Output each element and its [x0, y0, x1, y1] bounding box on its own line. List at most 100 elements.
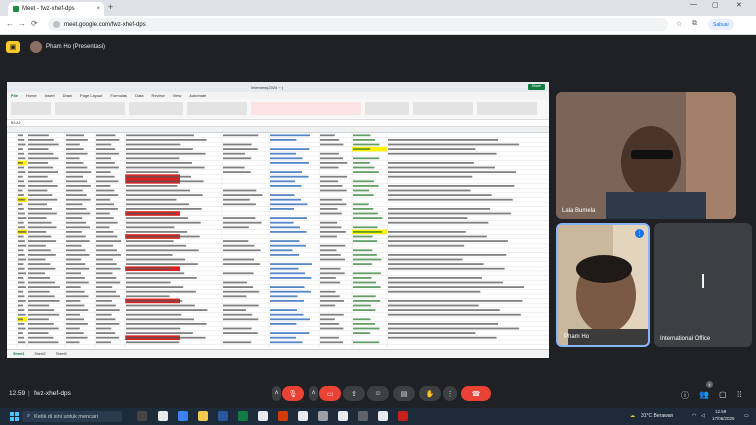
table-row[interactable]: [7, 277, 549, 281]
table-row[interactable]: [7, 286, 549, 290]
app-icon[interactable]: [318, 411, 328, 421]
more-icon[interactable]: ⋮: [443, 386, 457, 401]
table-row[interactable]: [7, 304, 549, 309]
table-row[interactable]: [7, 234, 549, 240]
excel-menu-home[interactable]: Home: [26, 93, 37, 98]
participant-tile-pham[interactable]: ⋮ Pham Ho: [556, 223, 650, 347]
tab-close-icon[interactable]: ×: [96, 6, 100, 12]
excel-menu-review[interactable]: Review: [152, 93, 165, 98]
photos-icon[interactable]: [358, 411, 368, 421]
participant-tile-intl[interactable]: I International Office: [654, 223, 752, 347]
table-row[interactable]: [7, 332, 549, 336]
table-row[interactable]: [7, 254, 549, 258]
table-row[interactable]: [7, 152, 549, 157]
table-row[interactable]: [7, 263, 549, 267]
excel-menu-formulas[interactable]: Formulas: [110, 93, 127, 98]
extensions-icon[interactable]: ⧉: [692, 20, 697, 28]
chrome-profile-icon[interactable]: [258, 411, 268, 421]
table-row[interactable]: [7, 313, 549, 318]
info-icon[interactable]: ⓘ: [681, 390, 689, 401]
table-row[interactable]: [7, 134, 549, 138]
excel-menu-automate[interactable]: Automate: [189, 93, 206, 98]
windows-start-icon[interactable]: [10, 412, 19, 421]
spreadsheet-grid[interactable]: [7, 133, 549, 347]
new-tab-button[interactable]: +: [108, 2, 113, 12]
formula-bar[interactable]: B2:A2: [7, 120, 549, 127]
excel-menu-data[interactable]: Data: [135, 93, 143, 98]
table-row[interactable]: [7, 208, 549, 212]
activities-icon[interactable]: ⁞⁞: [737, 390, 741, 399]
weather-icon[interactable]: ☁: [630, 413, 635, 419]
table-row[interactable]: [7, 197, 549, 203]
notification-icon[interactable]: ▭: [744, 413, 749, 419]
profile-button[interactable]: Sabuai: [708, 19, 734, 30]
chat-icon[interactable]: ▢: [719, 390, 727, 399]
taskview-icon[interactable]: [137, 411, 147, 421]
table-row[interactable]: [7, 327, 549, 332]
table-row[interactable]: [7, 146, 549, 152]
reload-button[interactable]: ⟳: [31, 19, 38, 28]
table-row[interactable]: [7, 203, 549, 207]
table-row[interactable]: [7, 226, 549, 230]
hang-up-icon[interactable]: ☎: [461, 386, 491, 401]
table-row[interactable]: [7, 139, 549, 143]
chrome-icon[interactable]: [158, 411, 168, 421]
excel-menu-view[interactable]: View: [173, 93, 182, 98]
sheet-tab[interactable]: Sheet2: [34, 352, 45, 356]
table-row[interactable]: [7, 143, 549, 148]
excel-menu-draw[interactable]: Draw: [63, 93, 72, 98]
table-row[interactable]: [7, 281, 549, 286]
sheet-tab[interactable]: Sheet1: [13, 352, 24, 356]
table-row[interactable]: [7, 240, 549, 244]
table-row[interactable]: [7, 221, 549, 226]
table-row[interactable]: [7, 249, 549, 253]
table-row[interactable]: [7, 157, 549, 161]
excel-menu-file[interactable]: File: [11, 93, 18, 98]
table-row[interactable]: [7, 160, 549, 166]
word-icon[interactable]: [218, 411, 228, 421]
powerpoint-icon[interactable]: [278, 411, 288, 421]
wifi-icon[interactable]: ◠: [692, 413, 696, 419]
table-row[interactable]: [7, 341, 549, 345]
browser-tab-meet[interactable]: Meet - fwz-xhef-dps ×: [8, 2, 104, 16]
chrome-app-icon[interactable]: [338, 411, 348, 421]
table-row[interactable]: [7, 244, 549, 249]
address-bar[interactable]: meet.google.com/fwz-xhef-dps: [48, 18, 668, 31]
file-explorer-icon[interactable]: [198, 411, 208, 421]
mic-off-icon[interactable]: 🎙: [282, 386, 304, 401]
table-row[interactable]: [7, 194, 549, 198]
excel-share-button[interactable]: Share: [527, 84, 545, 90]
excel-menu-insert[interactable]: Insert: [45, 93, 55, 98]
table-row[interactable]: [7, 179, 549, 184]
captions-icon[interactable]: ▤: [393, 386, 415, 401]
back-button[interactable]: ←: [6, 19, 14, 28]
table-row[interactable]: [7, 171, 549, 175]
presentation-icon[interactable]: ▣: [6, 41, 20, 53]
table-row[interactable]: [7, 174, 549, 180]
pdf-icon[interactable]: [398, 411, 408, 421]
maximize-button[interactable]: ▢: [712, 1, 719, 9]
table-row[interactable]: [7, 295, 549, 299]
table-row[interactable]: [7, 335, 549, 341]
excel-icon[interactable]: [238, 411, 248, 421]
edge-icon[interactable]: [178, 411, 188, 421]
table-row[interactable]: [7, 229, 549, 235]
table-row[interactable]: [7, 266, 549, 272]
table-row[interactable]: [7, 211, 549, 217]
raise-hand-icon[interactable]: ✋: [419, 386, 441, 401]
participant-tile-lala[interactable]: Lala Bumela: [556, 92, 736, 219]
table-row[interactable]: [7, 272, 549, 276]
clock-date[interactable]: 17/06/2025: [712, 416, 735, 421]
weather-text[interactable]: 31°C Berawan: [641, 413, 673, 419]
site-info-icon[interactable]: [53, 21, 60, 28]
volume-icon[interactable]: ◁: [701, 413, 705, 419]
table-row[interactable]: [7, 185, 549, 189]
table-row[interactable]: [7, 309, 549, 313]
table-row[interactable]: [7, 298, 549, 304]
emoji-icon[interactable]: ☺: [367, 386, 389, 401]
table-row[interactable]: [7, 189, 549, 194]
audio-options-button[interactable]: ˄: [272, 386, 281, 401]
camera-off-icon[interactable]: ▭: [319, 386, 341, 401]
table-row[interactable]: [7, 323, 549, 327]
sheet-tab[interactable]: Sheet3: [56, 352, 67, 356]
